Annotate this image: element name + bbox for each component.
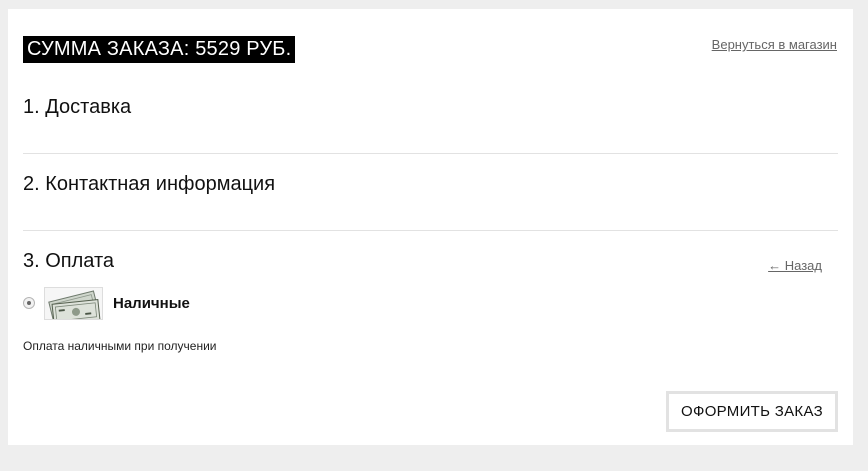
back-link[interactable]: ← Назад [768,258,822,273]
payment-radio[interactable] [23,297,35,309]
payment-description: Оплата наличными при получении [23,339,217,353]
order-total-badge: СУММА ЗАКАЗА: 5529 РУБ. [23,36,296,63]
divider [23,230,838,231]
payment-method-name: Наличные [113,294,190,312]
checkout-card: СУММА ЗАКАЗА: 5529 РУБ. Вернуться в мага… [8,9,853,445]
step-payment-title: 3. Оплата [23,250,115,272]
cash-icon [44,286,103,320]
payment-option-cash[interactable]: Наличные [23,286,190,320]
return-to-shop-link[interactable]: Вернуться в магазин [712,37,837,52]
step-contact-title[interactable]: 2. Контактная информация [23,173,275,196]
divider [23,153,838,154]
place-order-button[interactable]: ОФОРМИТЬ ЗАКАЗ [666,391,838,432]
step-delivery-title[interactable]: 1. Доставка [23,96,131,119]
